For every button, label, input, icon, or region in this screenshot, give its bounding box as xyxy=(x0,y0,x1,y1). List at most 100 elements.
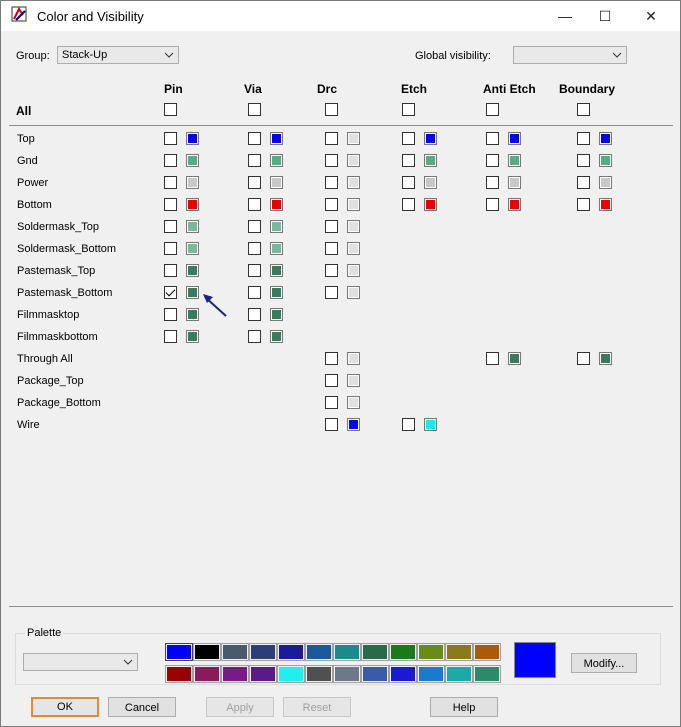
bottom-etch-color-swatch[interactable] xyxy=(424,198,437,211)
all-drc-checkbox[interactable] xyxy=(325,103,338,116)
pastemask-top-drc-checkbox[interactable] xyxy=(325,264,338,277)
wire-drc-checkbox[interactable] xyxy=(325,418,338,431)
top-via-checkbox[interactable] xyxy=(248,132,261,145)
bottom-etch-checkbox[interactable] xyxy=(402,198,415,211)
soldermask-top-drc-color-swatch[interactable] xyxy=(347,220,360,233)
palette-swatch-row2-10[interactable] xyxy=(417,665,445,683)
bottom-boundary-color-swatch[interactable] xyxy=(599,198,612,211)
gnd-anti-etch-checkbox[interactable] xyxy=(486,154,499,167)
through-all-boundary-color-swatch[interactable] xyxy=(599,352,612,365)
soldermask-top-via-color-swatch[interactable] xyxy=(270,220,283,233)
through-all-anti-etch-color-swatch[interactable] xyxy=(508,352,521,365)
power-via-color-swatch[interactable] xyxy=(270,176,283,189)
top-anti-etch-color-swatch[interactable] xyxy=(508,132,521,145)
gnd-anti-etch-color-swatch[interactable] xyxy=(508,154,521,167)
maximize-button[interactable]: ☐ xyxy=(582,1,628,31)
through-all-anti-etch-checkbox[interactable] xyxy=(486,352,499,365)
palette-swatch-row2-2[interactable] xyxy=(193,665,221,683)
palette-swatch-row2-8[interactable] xyxy=(361,665,389,683)
bottom-via-checkbox[interactable] xyxy=(248,198,261,211)
modify-button[interactable]: Modify... xyxy=(571,653,637,673)
power-drc-color-swatch[interactable] xyxy=(347,176,360,189)
package-top-drc-checkbox[interactable] xyxy=(325,374,338,387)
power-pin-checkbox[interactable] xyxy=(164,176,177,189)
top-drc-checkbox[interactable] xyxy=(325,132,338,145)
soldermask-top-pin-color-swatch[interactable] xyxy=(186,220,199,233)
power-via-checkbox[interactable] xyxy=(248,176,261,189)
pastemask-top-pin-color-swatch[interactable] xyxy=(186,264,199,277)
palette-swatch-row2-7[interactable] xyxy=(333,665,361,683)
cancel-button[interactable]: Cancel xyxy=(108,697,176,717)
package-bottom-drc-color-swatch[interactable] xyxy=(347,396,360,409)
reset-button[interactable]: Reset xyxy=(283,697,351,717)
through-all-drc-color-swatch[interactable] xyxy=(347,352,360,365)
gnd-pin-checkbox[interactable] xyxy=(164,154,177,167)
bottom-via-color-swatch[interactable] xyxy=(270,198,283,211)
palette-swatch-row1-3[interactable] xyxy=(221,643,249,661)
gnd-via-color-swatch[interactable] xyxy=(270,154,283,167)
filmmaskbottom-via-checkbox[interactable] xyxy=(248,330,261,343)
gnd-etch-color-swatch[interactable] xyxy=(424,154,437,167)
pastemask-bottom-pin-checkbox[interactable] xyxy=(164,286,177,299)
top-boundary-checkbox[interactable] xyxy=(577,132,590,145)
all-boundary-checkbox[interactable] xyxy=(577,103,590,116)
power-anti-etch-color-swatch[interactable] xyxy=(508,176,521,189)
pastemask-top-pin-checkbox[interactable] xyxy=(164,264,177,277)
ok-button[interactable]: OK xyxy=(31,697,99,717)
palette-swatch-row2-9[interactable] xyxy=(389,665,417,683)
bottom-drc-color-swatch[interactable] xyxy=(347,198,360,211)
bottom-pin-checkbox[interactable] xyxy=(164,198,177,211)
power-pin-color-swatch[interactable] xyxy=(186,176,199,189)
palette-swatch-row2-6[interactable] xyxy=(305,665,333,683)
gnd-drc-color-swatch[interactable] xyxy=(347,154,360,167)
soldermask-bottom-pin-color-swatch[interactable] xyxy=(186,242,199,255)
help-button[interactable]: Help xyxy=(430,697,498,717)
top-pin-checkbox[interactable] xyxy=(164,132,177,145)
palette-swatch-row2-5[interactable] xyxy=(277,665,305,683)
soldermask-top-pin-checkbox[interactable] xyxy=(164,220,177,233)
filmmaskbottom-via-color-swatch[interactable] xyxy=(270,330,283,343)
filmmaskbottom-pin-checkbox[interactable] xyxy=(164,330,177,343)
wire-drc-color-swatch[interactable] xyxy=(347,418,360,431)
soldermask-bottom-via-checkbox[interactable] xyxy=(248,242,261,255)
group-select[interactable]: Stack-Up xyxy=(57,46,179,64)
bottom-pin-color-swatch[interactable] xyxy=(186,198,199,211)
palette-swatch-row2-3[interactable] xyxy=(221,665,249,683)
power-etch-checkbox[interactable] xyxy=(402,176,415,189)
top-drc-color-swatch[interactable] xyxy=(347,132,360,145)
palette-swatch-row2-4[interactable] xyxy=(249,665,277,683)
pastemask-bottom-via-color-swatch[interactable] xyxy=(270,286,283,299)
palette-swatch-row1-7[interactable] xyxy=(333,643,361,661)
apply-button[interactable]: Apply xyxy=(206,697,274,717)
top-etch-checkbox[interactable] xyxy=(402,132,415,145)
gnd-drc-checkbox[interactable] xyxy=(325,154,338,167)
palette-swatch-row1-10[interactable] xyxy=(417,643,445,661)
pastemask-bottom-via-checkbox[interactable] xyxy=(248,286,261,299)
palette-swatch-row2-11[interactable] xyxy=(445,665,473,683)
filmmasktop-pin-color-swatch[interactable] xyxy=(186,308,199,321)
bottom-drc-checkbox[interactable] xyxy=(325,198,338,211)
bottom-anti-etch-checkbox[interactable] xyxy=(486,198,499,211)
palette-swatch-row2-12[interactable] xyxy=(473,665,501,683)
pastemask-bottom-pin-color-swatch[interactable] xyxy=(186,286,199,299)
power-etch-color-swatch[interactable] xyxy=(424,176,437,189)
palette-select[interactable] xyxy=(23,653,138,671)
pastemask-bottom-drc-color-swatch[interactable] xyxy=(347,286,360,299)
close-button[interactable]: ✕ xyxy=(628,1,674,31)
palette-swatch-row1-8[interactable] xyxy=(361,643,389,661)
global-visibility-select[interactable] xyxy=(513,46,627,64)
palette-swatch-row1-4[interactable] xyxy=(249,643,277,661)
bottom-anti-etch-color-swatch[interactable] xyxy=(508,198,521,211)
package-bottom-drc-checkbox[interactable] xyxy=(325,396,338,409)
all-anti-etch-checkbox[interactable] xyxy=(486,103,499,116)
gnd-boundary-checkbox[interactable] xyxy=(577,154,590,167)
top-pin-color-swatch[interactable] xyxy=(186,132,199,145)
filmmasktop-pin-checkbox[interactable] xyxy=(164,308,177,321)
pastemask-top-via-color-swatch[interactable] xyxy=(270,264,283,277)
power-anti-etch-checkbox[interactable] xyxy=(486,176,499,189)
top-anti-etch-checkbox[interactable] xyxy=(486,132,499,145)
palette-swatch-row1-9[interactable] xyxy=(389,643,417,661)
all-etch-checkbox[interactable] xyxy=(402,103,415,116)
gnd-etch-checkbox[interactable] xyxy=(402,154,415,167)
wire-etch-color-swatch[interactable] xyxy=(424,418,437,431)
